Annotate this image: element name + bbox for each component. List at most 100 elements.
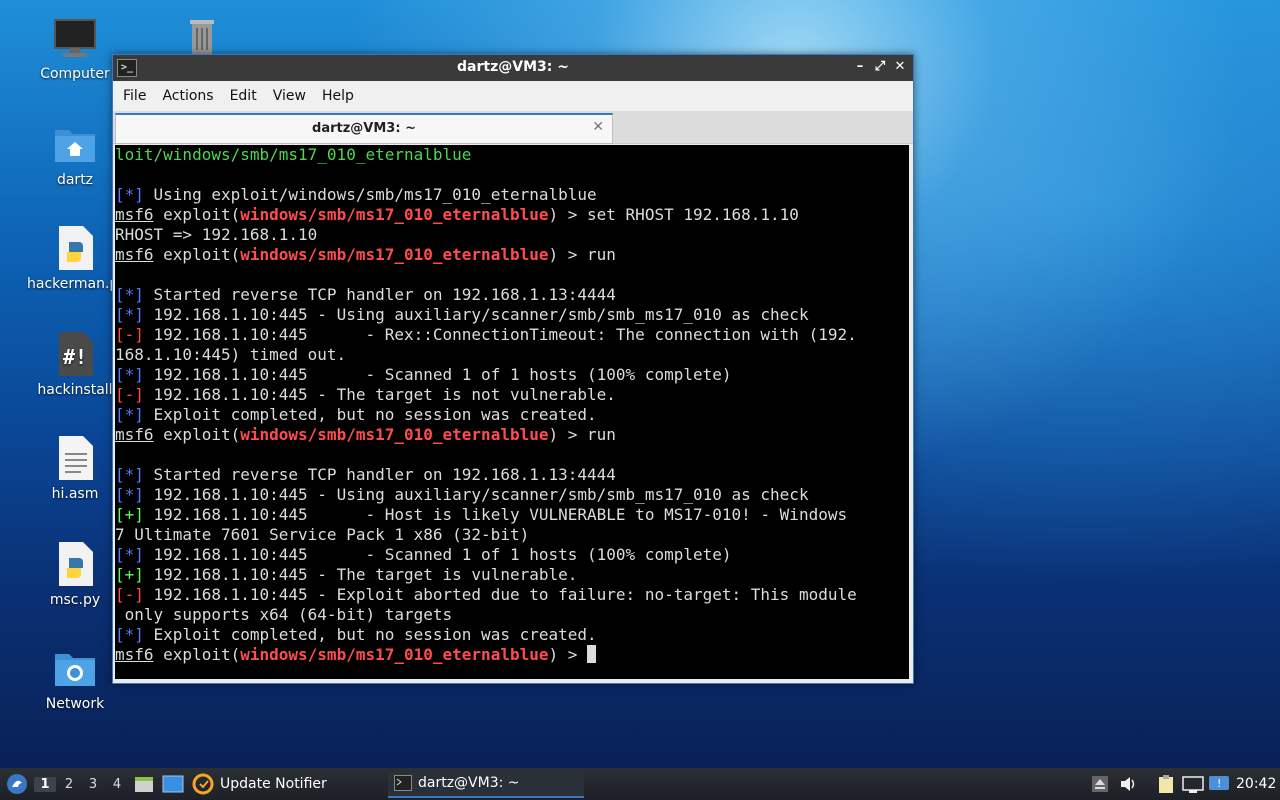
window-titlebar[interactable]: >_ dartz@VM3: ~ – ⤢ ✕: [113, 55, 913, 81]
status-tag: [+]: [115, 505, 144, 524]
terminal-line: msf6 exploit(windows/smb/ms17_010_eterna…: [115, 425, 909, 445]
terminal-line: loit/windows/smb/ms17_010_eternalblue: [115, 145, 909, 165]
tab-close-icon[interactable]: ✕: [592, 119, 604, 135]
status-tag: [+]: [115, 565, 144, 584]
status-tag: [*]: [115, 185, 144, 204]
desktop-icon-label: hackinstall: [37, 382, 113, 398]
terminal-text: loit/windows/smb/ms17_010_eternalblue: [115, 145, 472, 164]
status-tag: [*]: [115, 305, 144, 324]
terminal-line: RHOST => 192.168.1.10: [115, 225, 909, 245]
terminal-line: [-] 192.168.1.10:445 - Rex::ConnectionTi…: [115, 325, 909, 345]
close-button[interactable]: ✕: [891, 58, 909, 76]
clipboard-icon[interactable]: [1156, 774, 1176, 794]
maximize-button[interactable]: ⤢: [871, 58, 889, 76]
terminal-line: [*] 192.168.1.10:445 - Scanned 1 of 1 ho…: [115, 365, 909, 385]
desktop-icon-hackinstall[interactable]: #! hackinstall: [27, 332, 123, 398]
terminal-text: Started reverse TCP handler on 192.168.1…: [143, 465, 616, 484]
status-tag: [-]: [115, 385, 144, 404]
terminal-text: ) > run: [548, 245, 616, 264]
desktop-icon-label: Computer: [40, 66, 110, 82]
minimize-button[interactable]: –: [851, 58, 869, 76]
task-label: Update Notifier: [220, 776, 327, 792]
terminal-text: exploit(: [153, 425, 241, 444]
workspace-switcher: 1 2 3 4: [34, 768, 128, 800]
taskbar: 1 2 3 4 Update Notifier dartz@VM3: ~ ! 2…: [0, 768, 1280, 800]
launcher-file-manager[interactable]: [134, 768, 154, 800]
terminal-line: [*] 192.168.1.10:445 - Using auxiliary/s…: [115, 305, 909, 325]
python-file-icon: [53, 542, 97, 586]
tray-eject-icon[interactable]: [1090, 774, 1110, 794]
task-label: dartz@VM3: ~: [418, 775, 520, 791]
app-menu-button[interactable]: [4, 768, 30, 800]
terminal-text: ) > set RHOST 192.168.1.10: [548, 205, 799, 224]
desktop-icon-label: msc.py: [49, 592, 101, 608]
menu-actions[interactable]: Actions: [154, 88, 221, 104]
terminal-line: [*] Exploit completed, but no session wa…: [115, 625, 909, 645]
volume-icon[interactable]: [1118, 774, 1138, 794]
task-update-notifier[interactable]: Update Notifier: [192, 770, 327, 798]
workspace-4[interactable]: 4: [106, 777, 128, 792]
svg-text:#!: #!: [63, 345, 87, 369]
terminal-text: 192.168.1.10:445 - The target is vulnera…: [143, 565, 578, 584]
desktop-icon-hi-asm[interactable]: hi.asm: [27, 436, 123, 502]
home-folder-icon: [53, 122, 97, 166]
terminal-text: 192.168.1.10:445 - Scanned 1 of 1 hosts …: [143, 365, 732, 384]
terminal-text: RHOST => 192.168.1.10: [115, 225, 318, 244]
terminal-text: exploit(: [153, 645, 241, 664]
desktop-icon-dartz[interactable]: dartz: [27, 122, 123, 188]
menu-edit[interactable]: Edit: [222, 88, 265, 104]
prompt-module: windows/smb/ms17_010_eternalblue: [240, 645, 549, 664]
task-terminal[interactable]: dartz@VM3: ~: [388, 770, 584, 798]
desktop-icon-msc[interactable]: msc.py: [27, 542, 123, 608]
status-tag: [*]: [115, 625, 144, 644]
terminal-cursor: [587, 645, 597, 663]
prompt-name: msf6: [115, 245, 154, 264]
desktop-icon-hackerman[interactable]: hackerman.py: [27, 226, 123, 292]
workspace-2[interactable]: 2: [58, 777, 80, 792]
desktop-icon-computer[interactable]: Computer: [27, 16, 123, 82]
terminal-line: only supports x64 (64-bit) targets: [115, 605, 909, 625]
desktop-icon-label: hi.asm: [51, 486, 99, 502]
workspace-1[interactable]: 1: [34, 776, 56, 792]
clock[interactable]: 20:42: [1236, 768, 1276, 800]
terminal-output[interactable]: loit/windows/smb/ms17_010_eternalblue [*]…: [115, 145, 909, 679]
terminal-text: Using exploit/windows/smb/ms17_010_etern…: [143, 185, 597, 204]
terminal-text: 192.168.1.10:445 - The target is not vul…: [143, 385, 616, 404]
menu-help[interactable]: Help: [314, 88, 362, 104]
terminal-line: [+] 192.168.1.10:445 - The target is vul…: [115, 565, 909, 585]
status-tag: [*]: [115, 465, 144, 484]
text-file-icon: [53, 436, 97, 480]
terminal-text: 192.168.1.10:445 - Host is likely VULNER…: [143, 505, 848, 524]
terminal-text: 192.168.1.10:445 - Using auxiliary/scann…: [143, 305, 809, 324]
terminal-line: [*] Using exploit/windows/smb/ms17_010_e…: [115, 185, 909, 205]
launcher-desktop[interactable]: [162, 768, 184, 800]
prompt-module: windows/smb/ms17_010_eternalblue: [240, 425, 549, 444]
network-folder-icon: [53, 646, 97, 690]
status-tag: [-]: [115, 585, 144, 604]
monitor-icon: [53, 16, 97, 60]
status-tag: [*]: [115, 545, 144, 564]
network-status-icon[interactable]: [1182, 774, 1204, 794]
workspace-3[interactable]: 3: [82, 777, 104, 792]
terminal-text: Exploit completed, but no session was cr…: [143, 405, 597, 424]
desktop-icon-label: dartz: [56, 172, 94, 188]
menubar: File Actions Edit View Help: [113, 81, 913, 111]
status-tag: [*]: [115, 285, 144, 304]
terminal-line: [-] 192.168.1.10:445 - The target is not…: [115, 385, 909, 405]
desktop-icon-network[interactable]: Network: [27, 646, 123, 712]
notification-icon[interactable]: !: [1208, 774, 1229, 794]
show-desktop-icon: [162, 775, 184, 793]
terminal-text: exploit(: [153, 205, 241, 224]
tab-bar: dartz@VM3: ~ ✕: [113, 111, 913, 144]
menu-file[interactable]: File: [115, 88, 154, 104]
menu-view[interactable]: View: [265, 88, 314, 104]
tab-terminal[interactable]: dartz@VM3: ~ ✕: [115, 113, 613, 144]
terminal-line: 7 Ultimate 7601 Service Pack 1 x86 (32-b…: [115, 525, 909, 545]
terminal-line: [-] 192.168.1.10:445 - Exploit aborted d…: [115, 585, 909, 605]
terminal-line: msf6 exploit(windows/smb/ms17_010_eterna…: [115, 645, 909, 665]
file-manager-icon: [135, 777, 153, 792]
prompt-module: windows/smb/ms17_010_eternalblue: [240, 245, 549, 264]
desktop-icon-label: Network: [45, 696, 105, 712]
